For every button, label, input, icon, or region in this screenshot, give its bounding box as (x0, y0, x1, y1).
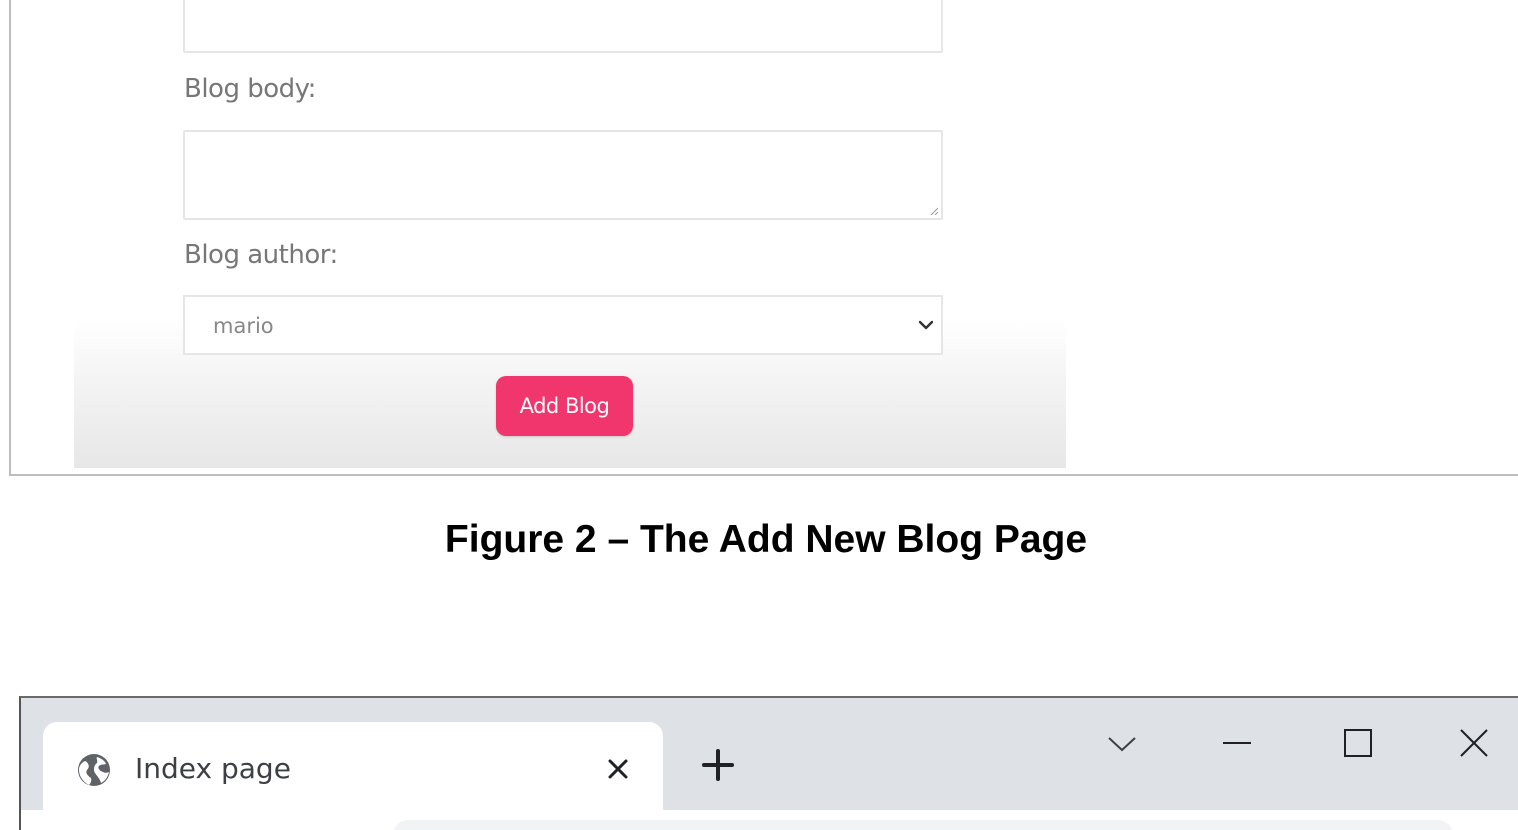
blog-author-select[interactable]: mario (183, 295, 943, 355)
browser-window: Index page (19, 696, 1518, 830)
close-icon[interactable] (605, 756, 631, 782)
resize-handle-icon[interactable] (930, 207, 938, 215)
blog-body-textarea[interactable] (183, 130, 943, 220)
chevron-down-icon[interactable] (1106, 726, 1138, 760)
form-screenshot: Blog body: Blog author: mario Add Blog (9, 0, 1518, 476)
blog-author-label: Blog author: (184, 240, 338, 270)
blog-body-label: Blog body: (184, 74, 316, 104)
address-bar-row (21, 810, 1518, 830)
tab-title: Index page (135, 752, 291, 785)
maximize-icon[interactable] (1341, 726, 1375, 760)
globe-icon (78, 754, 110, 786)
blog-title-input[interactable] (183, 0, 943, 53)
address-bar[interactable] (393, 820, 1453, 830)
minimize-icon[interactable] (1221, 726, 1253, 760)
plus-icon[interactable] (701, 748, 735, 782)
add-blog-button[interactable]: Add Blog (496, 376, 633, 436)
selected-author: mario (213, 314, 274, 338)
figure-caption: Figure 2 – The Add New Blog Page (444, 518, 1088, 561)
chevron-down-icon (918, 320, 934, 330)
close-icon[interactable] (1457, 726, 1491, 760)
